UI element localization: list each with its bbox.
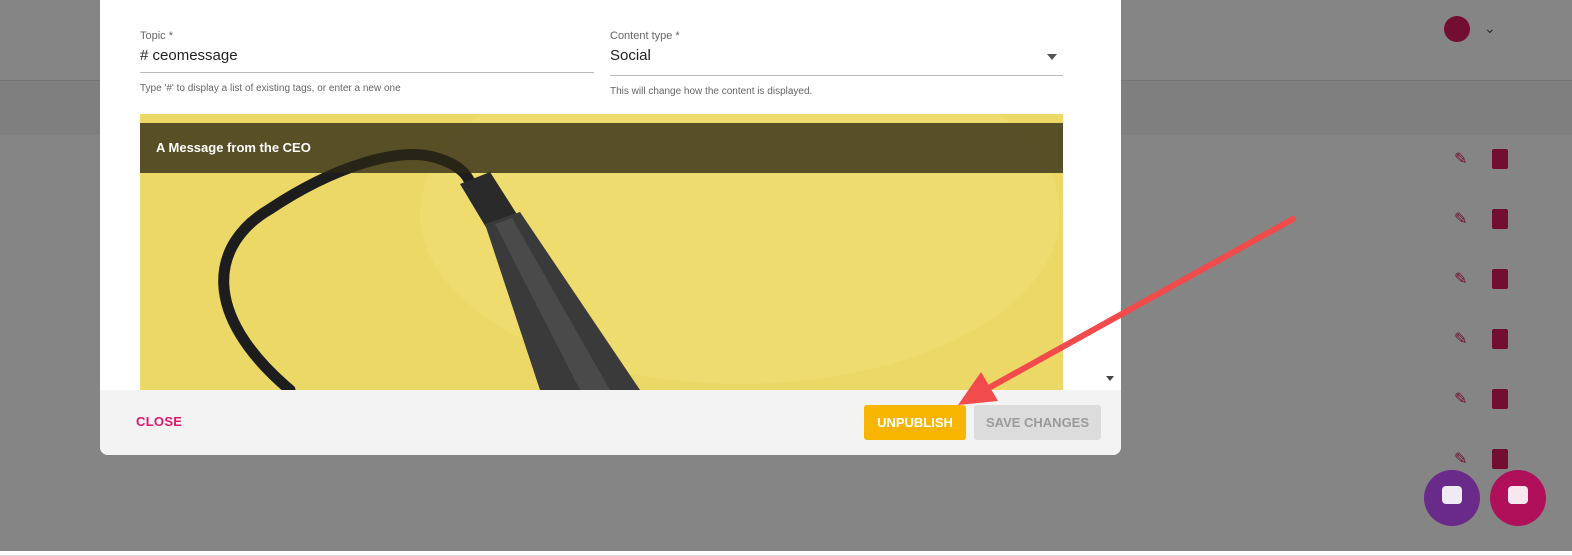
topic-underline <box>140 72 594 73</box>
content-type-underline <box>610 75 1063 76</box>
edit-content-dialog: Topic * # ceomessage Type '#' to display… <box>100 0 1121 455</box>
content-type-hint: This will change how the content is disp… <box>610 86 813 97</box>
topic-label: Topic * <box>140 30 174 42</box>
topic-field[interactable]: Topic * # ceomessage <box>140 30 594 64</box>
preview-title-bar: A Message from the CEO <box>140 123 1063 173</box>
content-type-value[interactable]: Social <box>610 47 1063 64</box>
scroll-down-icon[interactable] <box>1106 376 1114 381</box>
close-button[interactable]: CLOSE <box>128 408 190 435</box>
chat-icon[interactable] <box>1490 470 1546 526</box>
topic-hint: Type '#' to display a list of existing t… <box>140 83 401 94</box>
dialog-footer: CLOSE UNPUBLISH SAVE CHANGES <box>100 390 1121 455</box>
chevron-down-icon[interactable] <box>1047 54 1057 60</box>
content-type-select[interactable]: Content type * Social <box>610 30 1063 64</box>
content-preview-image: A Message from the CEO <box>140 114 1063 390</box>
unpublish-button[interactable]: UNPUBLISH <box>864 405 966 440</box>
preview-title: A Message from the CEO <box>156 140 311 155</box>
chat-icon[interactable] <box>1424 470 1480 526</box>
topic-input[interactable]: # ceomessage <box>140 47 594 64</box>
content-type-label: Content type * <box>610 30 680 42</box>
save-changes-button: SAVE CHANGES <box>974 405 1101 440</box>
